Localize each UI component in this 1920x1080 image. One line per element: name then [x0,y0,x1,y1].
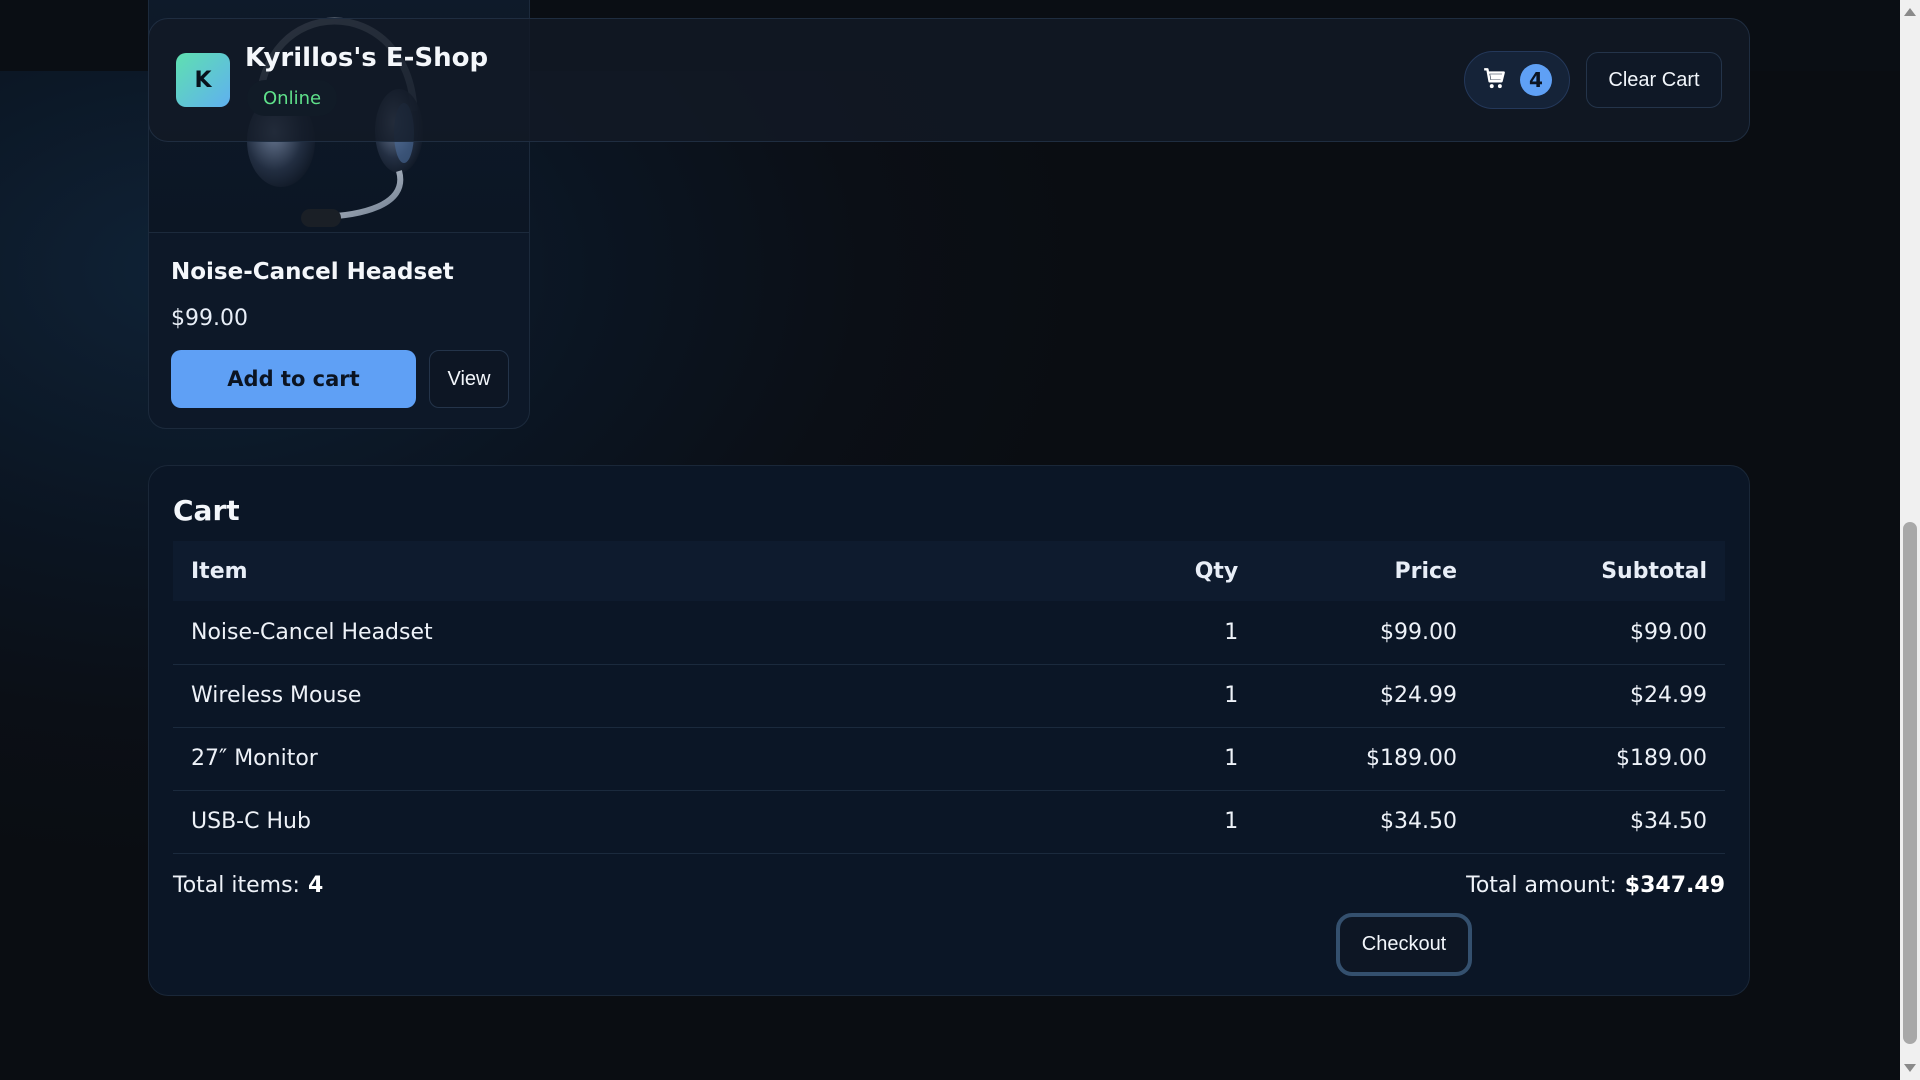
total-amount-value: $347.49 [1624,873,1725,898]
column-header-item: Item [173,541,1090,601]
cell-subtotal: $34.50 [1475,790,1725,854]
table-row: Noise-Cancel Headset 1 $99.00 $99.00 [173,601,1725,665]
cell-qty: 1 [1089,790,1257,854]
product-name: Noise-Cancel Headset [171,259,454,285]
view-button[interactable]: View [429,350,509,408]
shop-header: K Kyrillos's E-Shop Online 4 Clear Cart [148,18,1750,142]
cell-price: $24.99 [1256,664,1475,728]
cell-subtotal: $99.00 [1475,601,1725,665]
cell-subtotal: $24.99 [1475,664,1725,728]
product-price: $99.00 [171,306,248,331]
total-amount: Total amount: $347.49 [1466,873,1725,898]
add-to-cart-button[interactable]: Add to cart [171,350,416,408]
cell-item: USB-C Hub [173,790,1090,854]
scroll-down-arrow-icon[interactable] [1904,1064,1916,1072]
cell-qty: 1 [1089,601,1257,665]
cell-item: Wireless Mouse [173,664,1090,728]
clear-cart-button[interactable]: Clear Cart [1586,52,1722,108]
cart-button[interactable]: 4 [1464,51,1570,109]
cell-qty: 1 [1089,664,1257,728]
table-row: 27″ Monitor 1 $189.00 $189.00 [173,727,1725,791]
cell-subtotal: $189.00 [1475,727,1725,791]
cell-item: 27″ Monitor [173,727,1090,791]
cell-item: Noise-Cancel Headset [173,601,1090,665]
cart-table: Item Qty Price Subtotal Noise-Cancel Hea… [173,541,1725,854]
total-amount-label: Total amount: [1466,873,1617,898]
cell-price: $99.00 [1256,601,1475,665]
total-items-value: 4 [307,873,324,898]
column-header-price: Price [1256,541,1475,601]
cell-price: $34.50 [1256,790,1475,854]
cart-icon [1482,65,1508,95]
cell-price: $189.00 [1256,727,1475,791]
cart-panel: Cart Item Qty Price Subtotal Noise-Cance… [148,465,1750,996]
total-items: Total items: 4 [173,873,323,898]
checkout-button[interactable]: Checkout [1336,913,1472,976]
cell-qty: 1 [1089,727,1257,791]
table-row: Wireless Mouse 1 $24.99 $24.99 [173,664,1725,728]
status-badge: Online [247,80,338,116]
table-header-row: Item Qty Price Subtotal [173,541,1725,601]
scroll-up-arrow-icon[interactable] [1904,8,1916,16]
column-header-subtotal: Subtotal [1475,541,1725,601]
scroll-thumb[interactable] [1903,522,1917,1044]
column-header-qty: Qty [1089,541,1257,601]
shop-name: Kyrillos's E-Shop [245,43,489,73]
scrollbar[interactable] [1900,0,1920,1080]
total-items-label: Total items: [173,873,300,898]
cart-title: Cart [173,494,240,527]
cart-count-badge: 4 [1520,64,1552,96]
shop-logo: K [176,53,230,107]
table-row: USB-C Hub 1 $34.50 $34.50 [173,790,1725,854]
